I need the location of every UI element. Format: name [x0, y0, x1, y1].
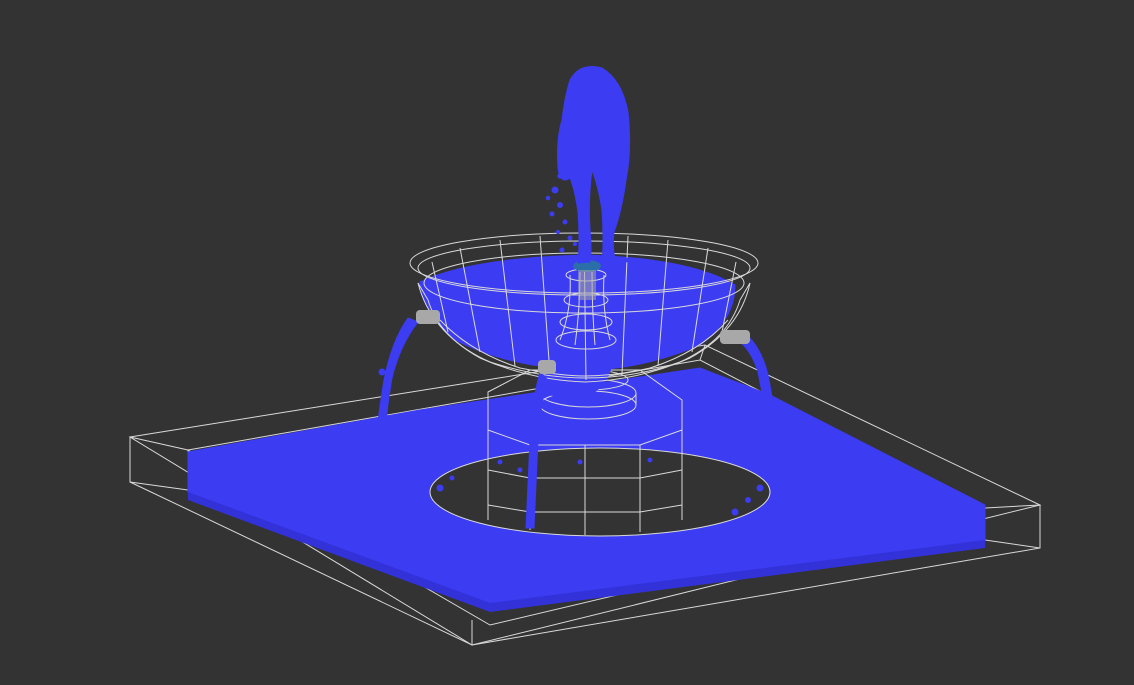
3d-viewport[interactable] — [0, 0, 1134, 685]
fountain-scene[interactable] — [0, 0, 1134, 685]
fountain-jet[interactable] — [545, 66, 636, 276]
basin-water[interactable] — [187, 367, 986, 612]
spout-left[interactable] — [377, 310, 440, 423]
basin-drain-opening — [430, 448, 770, 536]
